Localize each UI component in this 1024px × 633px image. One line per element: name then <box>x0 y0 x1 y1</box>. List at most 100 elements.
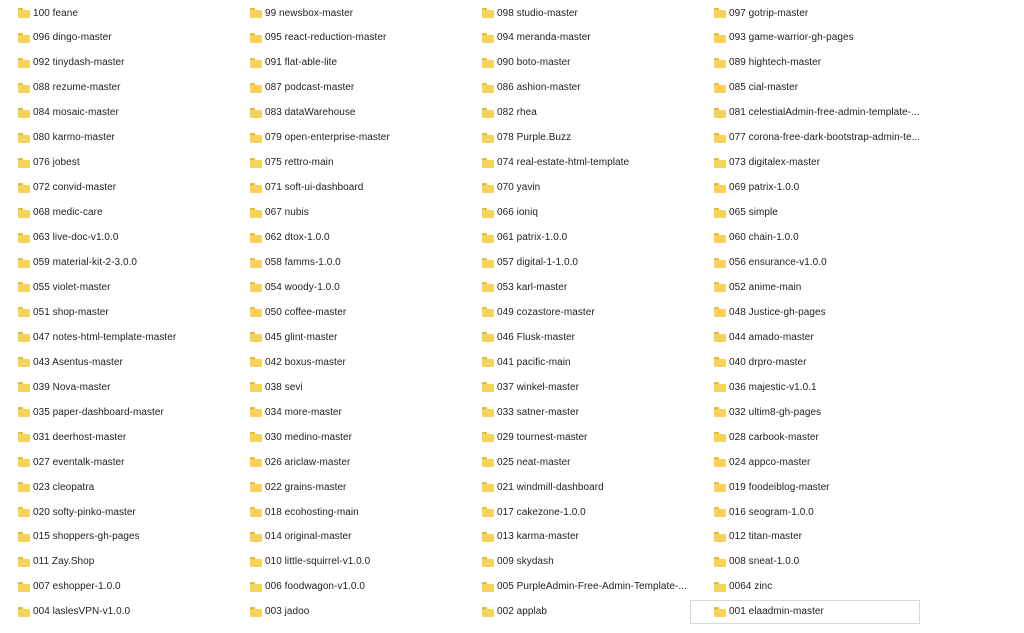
folder-item[interactable]: 078 Purple.Buzz <box>482 126 712 150</box>
folder-item[interactable]: 0064 zinc <box>714 575 944 599</box>
folder-item[interactable]: 032 ultim8-gh-pages <box>714 400 944 424</box>
folder-item[interactable]: 016 seogram-1.0.0 <box>714 500 944 524</box>
folder-item[interactable]: 052 anime-main <box>714 275 944 299</box>
folder-item[interactable]: 087 podcast-master <box>250 76 480 100</box>
folder-item[interactable]: 068 medic-care <box>18 201 248 225</box>
folder-item[interactable]: 020 softy-pinko-master <box>18 500 248 524</box>
folder-item[interactable]: 029 tournest-master <box>482 425 712 449</box>
folder-item[interactable]: 048 Justice-gh-pages <box>714 300 944 324</box>
folder-item[interactable]: 070 yavin <box>482 176 712 200</box>
folder-item[interactable]: 055 violet-master <box>18 275 248 299</box>
folder-item[interactable]: 015 shoppers-gh-pages <box>18 525 248 549</box>
folder-item[interactable]: 047 notes-html-template-master <box>18 325 248 349</box>
folder-item[interactable]: 044 amado-master <box>714 325 944 349</box>
folder-item[interactable]: 019 foodeiblog-master <box>714 475 944 499</box>
folder-item[interactable]: 033 satner-master <box>482 400 712 424</box>
folder-item[interactable]: 022 grains-master <box>250 475 480 499</box>
folder-item[interactable]: 053 karl-master <box>482 275 712 299</box>
folder-item[interactable]: 009 skydash <box>482 550 712 574</box>
folder-item[interactable]: 095 react-reduction-master <box>250 26 480 50</box>
folder-item[interactable]: 077 corona-free-dark-bootstrap-admin-te.… <box>714 126 944 150</box>
folder-item[interactable]: 042 boxus-master <box>250 350 480 374</box>
folder-item[interactable]: 003 jadoo <box>250 600 480 624</box>
folder-item[interactable]: 081 celestialAdmin-free-admin-template-.… <box>714 101 944 125</box>
folder-item[interactable]: 056 ensurance-v1.0.0 <box>714 251 944 275</box>
folder-item[interactable]: 036 majestic-v1.0.1 <box>714 375 944 399</box>
folder-item[interactable]: 072 convid-master <box>18 176 248 200</box>
folder-item[interactable]: 074 real-estate-html-template <box>482 151 712 175</box>
folder-item[interactable]: 023 cleopatra <box>18 475 248 499</box>
folder-item[interactable]: 041 pacific-main <box>482 350 712 374</box>
folder-item[interactable]: 011 Zay.Shop <box>18 550 248 574</box>
folder-item[interactable]: 076 jobest <box>18 151 248 175</box>
folder-item[interactable]: 100 feane <box>18 1 248 25</box>
folder-item[interactable]: 028 carbook-master <box>714 425 944 449</box>
folder-item[interactable]: 084 mosaic-master <box>18 101 248 125</box>
folder-item[interactable]: 082 rhea <box>482 101 712 125</box>
folder-item[interactable]: 043 Asentus-master <box>18 350 248 374</box>
folder-item[interactable]: 010 little-squirrel-v1.0.0 <box>250 550 480 574</box>
folder-item[interactable]: 014 original-master <box>250 525 480 549</box>
folder-item[interactable]: 079 open-enterprise-master <box>250 126 480 150</box>
folder-item[interactable]: 071 soft-ui-dashboard <box>250 176 480 200</box>
folder-item[interactable]: 067 nubis <box>250 201 480 225</box>
folder-item[interactable]: 092 tinydash-master <box>18 51 248 75</box>
folder-item[interactable]: 093 game-warrior-gh-pages <box>714 26 944 50</box>
folder-item[interactable]: 091 flat-able-lite <box>250 51 480 75</box>
folder-item[interactable]: 049 cozastore-master <box>482 300 712 324</box>
folder-item[interactable]: 002 applab <box>482 600 712 624</box>
folder-item[interactable]: 031 deerhost-master <box>18 425 248 449</box>
folder-item[interactable]: 098 studio-master <box>482 1 712 25</box>
folder-item[interactable]: 038 sevi <box>250 375 480 399</box>
folder-item[interactable]: 012 titan-master <box>714 525 944 549</box>
folder-item[interactable]: 051 shop-master <box>18 300 248 324</box>
folder-item[interactable]: 037 winkel-master <box>482 375 712 399</box>
folder-item[interactable]: 086 ashion-master <box>482 76 712 100</box>
folder-item[interactable]: 090 boto-master <box>482 51 712 75</box>
folder-item[interactable]: 045 glint-master <box>250 325 480 349</box>
folder-item[interactable]: 024 appco-master <box>714 450 944 474</box>
folder-item[interactable]: 004 laslesVPN-v1.0.0 <box>18 600 248 624</box>
folder-item[interactable]: 094 meranda-master <box>482 26 712 50</box>
folder-item[interactable]: 030 medino-master <box>250 425 480 449</box>
folder-item[interactable]: 026 ariclaw-master <box>250 450 480 474</box>
folder-item[interactable]: 001 elaadmin-master <box>690 599 920 624</box>
folder-item[interactable]: 065 simple <box>714 201 944 225</box>
folder-item[interactable]: 063 live-doc-v1.0.0 <box>18 226 248 250</box>
folder-item[interactable]: 062 dtox-1.0.0 <box>250 226 480 250</box>
folder-item[interactable]: 054 woody-1.0.0 <box>250 275 480 299</box>
folder-item[interactable]: 066 ioniq <box>482 201 712 225</box>
folder-item[interactable]: 089 hightech-master <box>714 51 944 75</box>
folder-item[interactable]: 99 newsbox-master <box>250 1 480 25</box>
folder-item[interactable]: 039 Nova-master <box>18 375 248 399</box>
folder-item[interactable]: 018 ecohosting-main <box>250 500 480 524</box>
folder-item[interactable]: 046 Flusk-master <box>482 325 712 349</box>
folder-item[interactable]: 096 dingo-master <box>18 26 248 50</box>
folder-item[interactable]: 058 famms-1.0.0 <box>250 251 480 275</box>
folder-item[interactable]: 088 rezume-master <box>18 76 248 100</box>
folder-item[interactable]: 008 sneat-1.0.0 <box>714 550 944 574</box>
folder-item[interactable]: 060 chain-1.0.0 <box>714 226 944 250</box>
folder-item[interactable]: 025 neat-master <box>482 450 712 474</box>
folder-item[interactable]: 007 eshopper-1.0.0 <box>18 575 248 599</box>
folder-item[interactable]: 097 gotrip-master <box>714 1 944 25</box>
folder-item[interactable]: 057 digital-1-1.0.0 <box>482 251 712 275</box>
folder-item[interactable]: 061 patrix-1.0.0 <box>482 226 712 250</box>
folder-item[interactable]: 050 coffee-master <box>250 300 480 324</box>
folder-item[interactable]: 035 paper-dashboard-master <box>18 400 248 424</box>
folder-item[interactable]: 017 cakezone-1.0.0 <box>482 500 712 524</box>
folder-item[interactable]: 006 foodwagon-v1.0.0 <box>250 575 480 599</box>
folder-item[interactable]: 013 karma-master <box>482 525 712 549</box>
folder-item[interactable]: 085 cial-master <box>714 76 944 100</box>
folder-item[interactable]: 040 drpro-master <box>714 350 944 374</box>
folder-item[interactable]: 080 karmo-master <box>18 126 248 150</box>
folder-item[interactable]: 075 rettro-main <box>250 151 480 175</box>
folder-item[interactable]: 073 digitalex-master <box>714 151 944 175</box>
folder-item[interactable]: 083 dataWarehouse <box>250 101 480 125</box>
folder-item[interactable]: 034 more-master <box>250 400 480 424</box>
folder-item[interactable]: 005 PurpleAdmin-Free-Admin-Template-... <box>482 575 712 599</box>
folder-item[interactable]: 027 eventalk-master <box>18 450 248 474</box>
folder-item[interactable]: 059 material-kit-2-3.0.0 <box>18 251 248 275</box>
folder-item[interactable]: 069 patrix-1.0.0 <box>714 176 944 200</box>
folder-item[interactable]: 021 windmill-dashboard <box>482 475 712 499</box>
